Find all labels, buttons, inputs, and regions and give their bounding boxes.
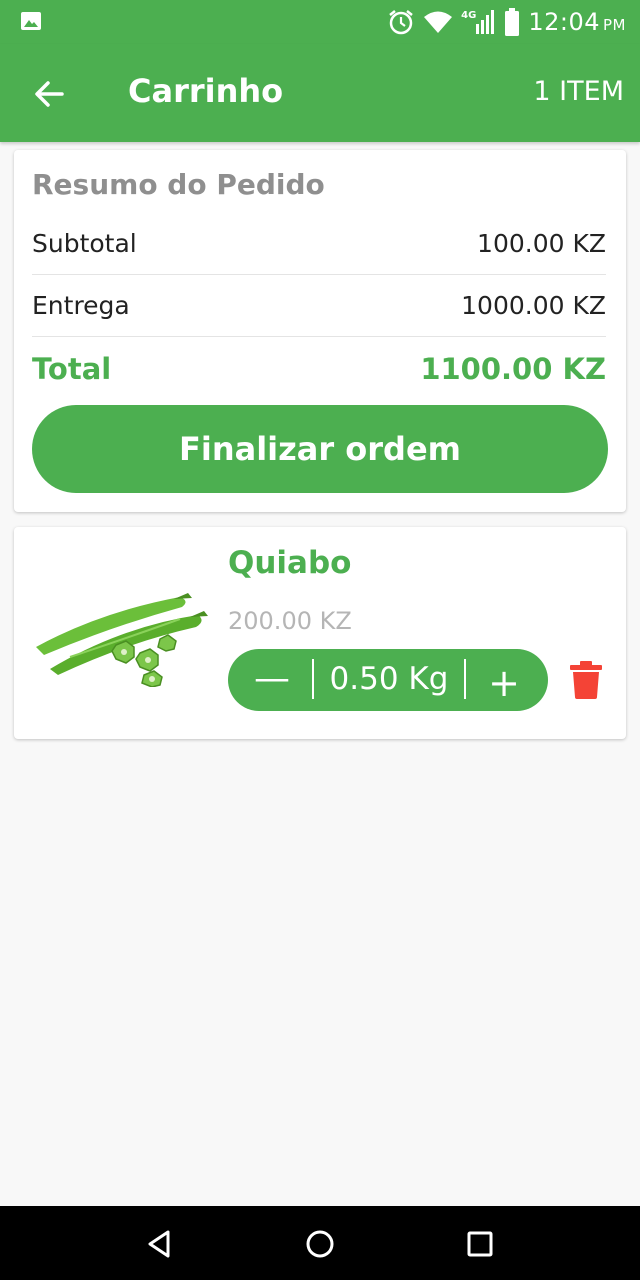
product-name: Quiabo (228, 545, 352, 581)
decrease-quantity-button[interactable]: — (254, 657, 290, 701)
network-type: 4G (461, 9, 477, 21)
quantity-stepper: — 0.50 Kg + (228, 649, 548, 711)
image-icon (21, 12, 41, 30)
nav-home-icon[interactable] (300, 1224, 340, 1264)
okra-product-image (36, 593, 208, 687)
status-bar: 4G 12:04 PM (0, 0, 640, 44)
battery-icon (505, 8, 520, 36)
total-value: 1100.00 KZ (420, 352, 606, 386)
system-nav-bar (0, 1206, 640, 1280)
subtotal-value: 100.00 KZ (477, 228, 606, 258)
summary-heading: Resumo do Pedido (32, 168, 325, 201)
signal-icon (476, 10, 495, 34)
cart-item-count: 1 ITEM (533, 76, 624, 107)
back-arrow-icon[interactable] (28, 72, 72, 116)
nav-back-icon[interactable] (140, 1224, 180, 1264)
product-price: 200.00 KZ (228, 607, 352, 635)
order-summary-card: Resumo do Pedido Subtotal 100.00 KZ Entr… (14, 150, 626, 512)
wifi-icon (424, 11, 453, 33)
nav-recents-icon[interactable] (460, 1224, 500, 1264)
cart-item-card: Quiabo 200.00 KZ — 0.50 Kg + (14, 527, 626, 739)
alarm-icon (389, 10, 413, 35)
clock: 12:04 PM (528, 8, 626, 36)
delivery-label: Entrega (32, 290, 130, 320)
app-bar: Carrinho 1 ITEM (0, 44, 640, 142)
subtotal-row: Subtotal 100.00 KZ (32, 212, 606, 275)
delete-icon[interactable] (570, 661, 602, 699)
subtotal-label: Subtotal (32, 228, 137, 258)
clock-time: 12:04 (528, 8, 600, 36)
delivery-row: Entrega 1000.00 KZ (32, 274, 606, 337)
checkout-button[interactable]: Finalizar ordem (32, 405, 608, 493)
delivery-value: 1000.00 KZ (461, 290, 606, 320)
increase-quantity-button[interactable]: + (484, 657, 524, 705)
total-row: Total 1100.00 KZ (32, 338, 606, 400)
quantity-value: 0.50 Kg (312, 659, 466, 699)
total-label: Total (32, 352, 112, 386)
page-title: Carrinho (128, 72, 284, 110)
clock-ampm: PM (603, 16, 626, 34)
